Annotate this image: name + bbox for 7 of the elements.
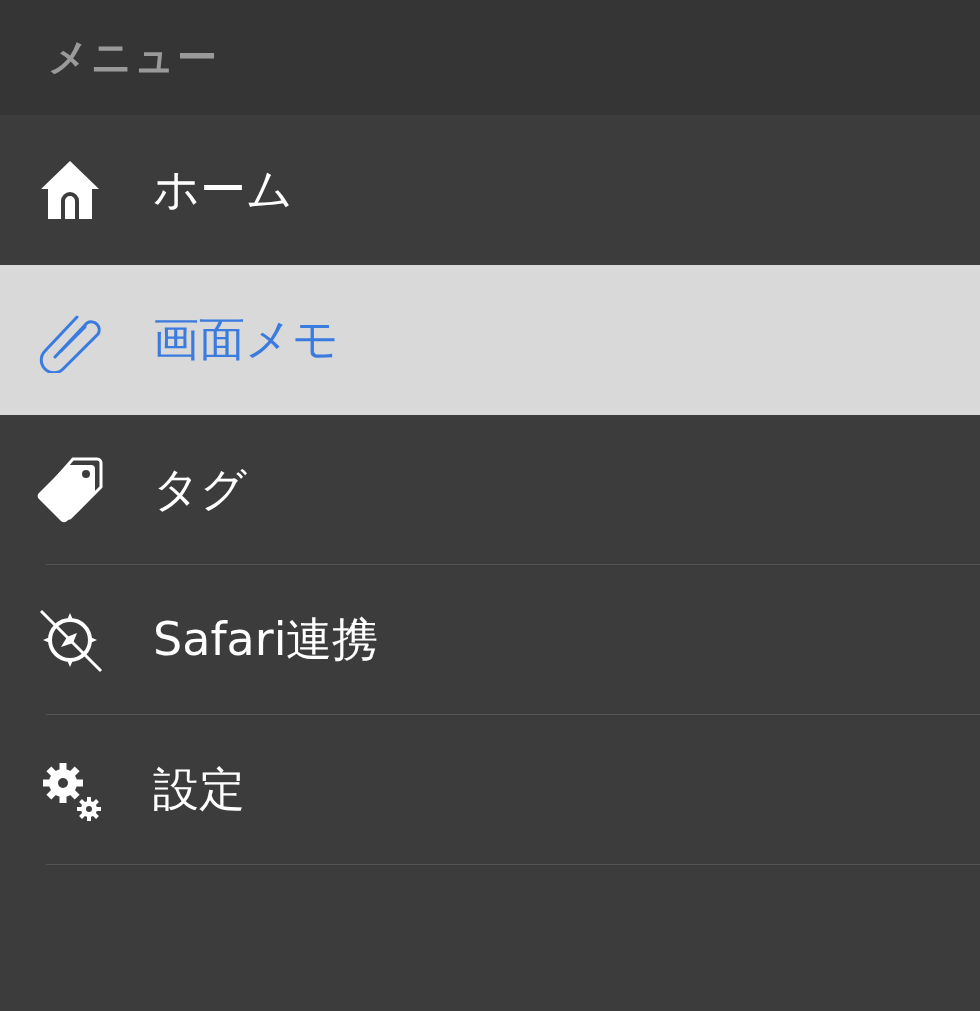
tag-icon bbox=[37, 457, 103, 523]
menu-item[interactable]: タグ bbox=[0, 415, 980, 565]
compass-icon bbox=[37, 607, 103, 673]
menu-item[interactable]: 設定 bbox=[0, 715, 980, 865]
menu-item[interactable]: Safari連携 bbox=[0, 565, 980, 715]
menu-item[interactable]: ホーム bbox=[0, 115, 980, 265]
menu-title: メニュー bbox=[48, 33, 219, 82]
